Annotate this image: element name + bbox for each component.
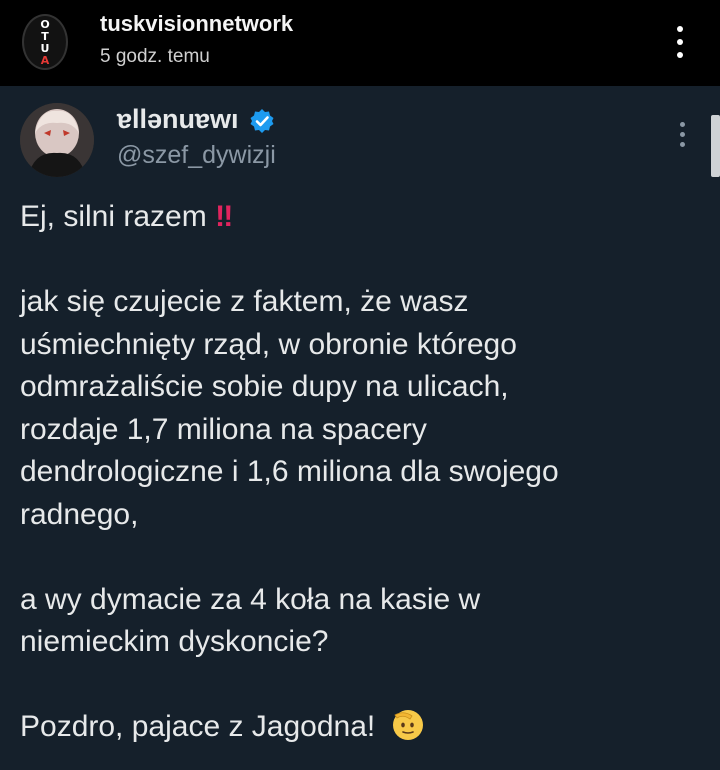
scrollbar[interactable] — [711, 115, 720, 177]
tweet-handle: @szef_dywizji — [117, 141, 276, 169]
tweet-line: uśmiechnięty rząd, w obronie którego — [20, 327, 517, 361]
tweet-line: a wy dymacie za 4 koła na kasie w — [20, 582, 481, 616]
instagram-post-header: O T U A tuskvisionnetwork 5 godz. temu — [0, 0, 720, 86]
tweet-line: radnego, — [20, 497, 139, 531]
avatar-letter: A — [40, 54, 50, 67]
tweet-author-avatar — [20, 103, 94, 177]
account-username[interactable]: tuskvisionnetwork — [100, 11, 293, 37]
tweet-line-text: Pozdro, pajace z Jagodna! — [20, 710, 376, 743]
more-options-icon[interactable] — [668, 22, 692, 62]
saluting-face-icon — [392, 710, 423, 740]
tweet-line: jak się czujecie z faktem, że wasz — [20, 285, 469, 318]
tweet-line: Pozdro, pajace z Jagodna! — [20, 706, 700, 749]
tweet-line: Ej, silni razem ‼ — [20, 196, 700, 239]
avatar-letter: O — [40, 18, 50, 31]
avatar-letter: T — [41, 30, 49, 43]
tweet-display-name: ɐllənuɐwı — [117, 104, 239, 134]
tweet-line-text: Ej, silni razem — [20, 200, 207, 233]
tweet-line: odmrażaliście sobie dupy na ulicach, — [20, 370, 509, 403]
tweet-line: dendrologiczne i 1,6 miliona dla swojego — [20, 455, 559, 488]
double-exclamation-icon: ‼ — [215, 200, 233, 233]
post-timestamp: 5 godz. temu — [100, 46, 210, 67]
verified-badge-icon — [250, 109, 274, 133]
tweet-line: niemieckim dyskoncie? — [20, 625, 329, 658]
tweet-text: Ej, silni razem ‼ jak się czujecie z fak… — [20, 196, 700, 749]
avatar-letter: U — [40, 42, 50, 55]
account-avatar[interactable]: O T U A — [22, 14, 68, 70]
tweet-line: rozdaje 1,7 miliona na spacery — [20, 412, 427, 446]
tweet-more-icon[interactable] — [673, 118, 693, 152]
